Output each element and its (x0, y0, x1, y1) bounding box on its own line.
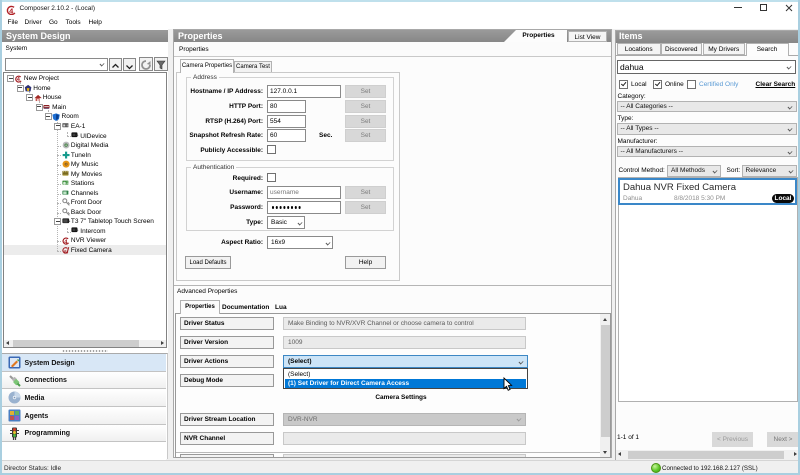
svg-text:4: 4 (17, 77, 20, 83)
svg-text:a: a (64, 249, 67, 254)
